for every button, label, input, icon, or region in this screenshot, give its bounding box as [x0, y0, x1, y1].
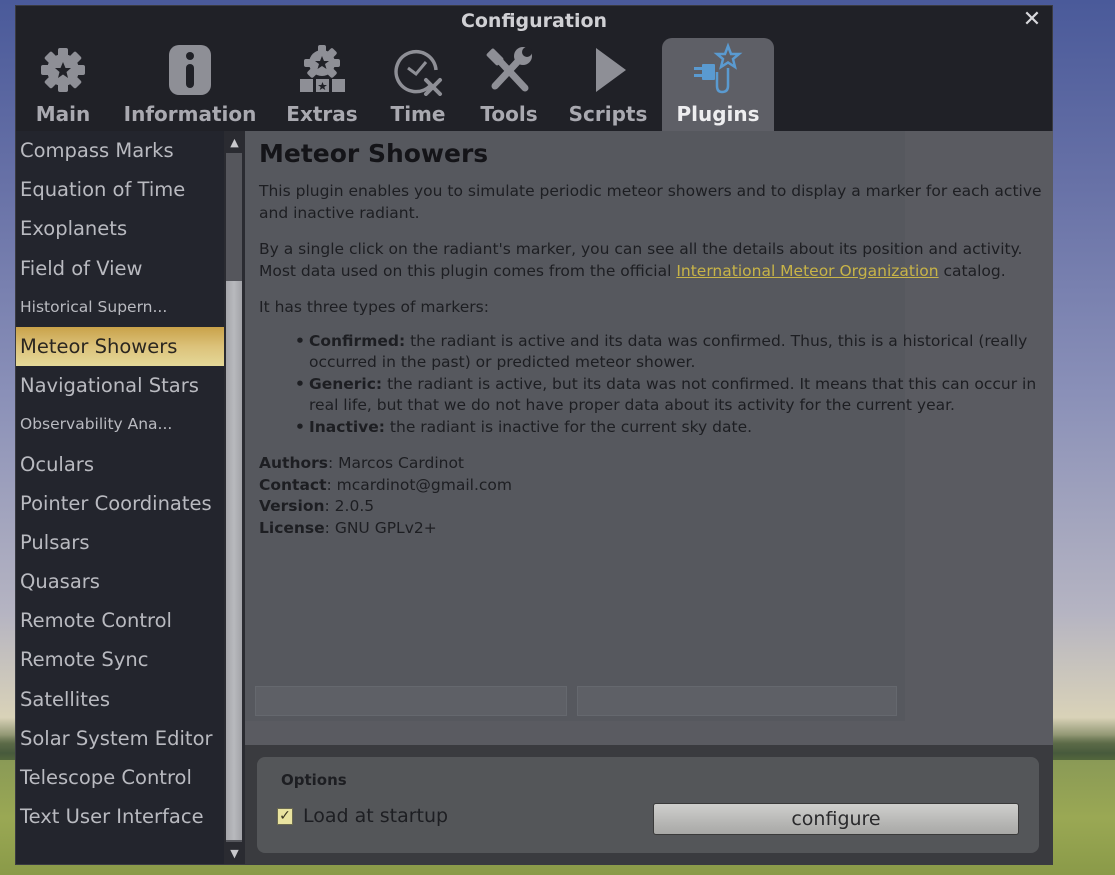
marker-type-description: the radiant is inactive for the current …: [385, 417, 753, 436]
plugin-list-item[interactable]: Historical Supern...: [16, 288, 224, 327]
marker-type-item: Generic: the radiant is active, but its …: [295, 374, 1044, 417]
meta-authors: Authors: Marcos Cardinot: [259, 453, 1044, 475]
plugin-list-item[interactable]: Telescope Control: [16, 758, 224, 797]
tab-plugins-label: Plugins: [676, 102, 760, 126]
plugin-list-item[interactable]: Equation of Time: [16, 170, 224, 209]
load-at-startup-label[interactable]: Load at startup: [303, 805, 448, 827]
meta-value: : 2.0.5: [324, 497, 375, 515]
plugin-list-item[interactable]: Field of View: [16, 249, 224, 288]
load-at-startup-checkbox-row[interactable]: ✓ Load at startup: [277, 805, 448, 827]
markers-intro: It has three types of markers:: [259, 298, 489, 316]
plugin-title: Meteor Showers: [259, 139, 489, 168]
close-button[interactable]: ✕: [1020, 8, 1044, 32]
tab-extras-label: Extras: [286, 102, 358, 126]
scroll-down-arrow-icon[interactable]: ▼: [224, 844, 245, 864]
meta-value: : mcardinot@gmail.com: [326, 475, 513, 494]
plugin-list-item[interactable]: Text User Interface: [16, 797, 224, 836]
meta-value: : Marcos Cardinot: [328, 454, 465, 472]
meta-contact: Contact: mcardinot@gmail.com: [259, 475, 1044, 497]
hammer-wrench-icon: [481, 42, 537, 98]
tab-scripts-label: Scripts: [568, 102, 648, 126]
meta-version: Version: 2.0.5: [259, 496, 1044, 518]
plugin-list-item[interactable]: Pulsars: [16, 523, 224, 562]
meta-key: License: [259, 518, 325, 537]
load-at-startup-checkbox[interactable]: ✓: [277, 807, 293, 825]
plugin-list-item[interactable]: Exoplanets: [16, 209, 224, 248]
options-group: Options ✓ Load at startup configure: [257, 757, 1039, 853]
plugin-list-item[interactable]: Remote Control: [16, 601, 224, 640]
marker-type-name: Generic:: [309, 374, 383, 393]
tab-information[interactable]: Information: [120, 38, 260, 131]
tab-tools-label: Tools: [480, 102, 538, 126]
configure-button[interactable]: configure: [653, 803, 1019, 835]
meta-license: License: GNU GPLv2+: [259, 518, 1044, 540]
meta-key: Authors: [259, 454, 328, 472]
meta-key: Contact: [259, 475, 327, 494]
imo-link[interactable]: International Meteor Organization: [676, 262, 938, 280]
plugin-paragraph-2: By a single click on the radiant's marke…: [259, 239, 1044, 282]
options-area: Options ✓ Load at startup configure: [245, 745, 1053, 864]
plug-star-icon: [690, 42, 746, 98]
meta-value: : GNU GPLv2+: [324, 518, 437, 537]
plugin-intro: This plugin enables you to simulate peri…: [259, 182, 1042, 222]
plugin-list-item[interactable]: Oculars: [16, 445, 224, 484]
plugin-list-scrollbar[interactable]: ▲ ▼: [224, 131, 245, 864]
background-overlay-button: [255, 686, 567, 716]
paragraph-text: catalog.: [938, 261, 1006, 280]
tab-main-label: Main: [35, 102, 91, 126]
plugin-list-item[interactable]: Quasars: [16, 562, 224, 601]
plugin-description: This plugin enables you to simulate peri…: [259, 181, 1044, 539]
marker-type-description: the radiant is active, but its data was …: [309, 374, 1037, 415]
options-title: Options: [281, 771, 347, 789]
tab-time-label: Time: [390, 102, 446, 126]
clock-tools-icon: [390, 42, 446, 98]
marker-type-item: Inactive: the radiant is inactive for th…: [295, 417, 1044, 439]
marker-type-item: Confirmed: the radiant is active and its…: [295, 331, 1044, 374]
tab-information-label: Information: [123, 102, 257, 126]
plugin-details-panel: Meteor Showers This plugin enables you t…: [245, 131, 1053, 745]
tab-scripts[interactable]: Scripts: [566, 38, 650, 131]
tab-bar: Main Information Extras Time Tools Scrip…: [16, 36, 1052, 131]
scroll-up-arrow-icon[interactable]: ▲: [224, 133, 245, 153]
plugin-list-item[interactable]: Pointer Coordinates: [16, 484, 224, 523]
plugin-list-item[interactable]: Solar System Editor: [16, 719, 224, 758]
play-icon: [580, 42, 636, 98]
background-overlay-button: [577, 686, 897, 716]
tab-plugins[interactable]: Plugins: [662, 38, 774, 131]
marker-type-description: the radiant is active and its data was c…: [309, 331, 1028, 372]
tab-tools[interactable]: Tools: [476, 38, 542, 131]
marker-type-name: Confirmed:: [309, 331, 406, 350]
plugin-list-item[interactable]: Remote Sync: [16, 640, 224, 679]
tab-time[interactable]: Time: [380, 38, 456, 131]
meta-key: Version: [259, 497, 325, 515]
plugin-metadata: Authors: Marcos Cardinot Contact: mcardi…: [259, 453, 1044, 539]
plugin-list-item[interactable]: Navigational Stars: [16, 366, 224, 405]
marker-type-name: Inactive:: [309, 417, 385, 436]
tab-extras[interactable]: Extras: [282, 38, 362, 131]
marker-types-list: Confirmed: the radiant is active and its…: [295, 331, 1044, 439]
plugin-list: Compass Marks Equation of Time Exoplanet…: [16, 131, 224, 864]
window-title: Configuration: [460, 10, 608, 32]
gear-star-icon: [35, 42, 91, 98]
plugin-list-item[interactable]: Compass Marks: [16, 131, 224, 170]
scrollbar-thumb[interactable]: [226, 281, 242, 840]
plugin-list-item[interactable]: Satellites: [16, 680, 224, 719]
extras-gear-icon: [294, 42, 350, 98]
info-icon: [162, 42, 218, 98]
tab-main[interactable]: Main: [30, 38, 96, 131]
plugin-list-item[interactable]: Observability Ana...: [16, 405, 224, 444]
plugin-list-item-selected[interactable]: Meteor Showers: [16, 326, 224, 367]
configuration-window: Configuration ✕ Main Information Extras …: [15, 5, 1053, 865]
